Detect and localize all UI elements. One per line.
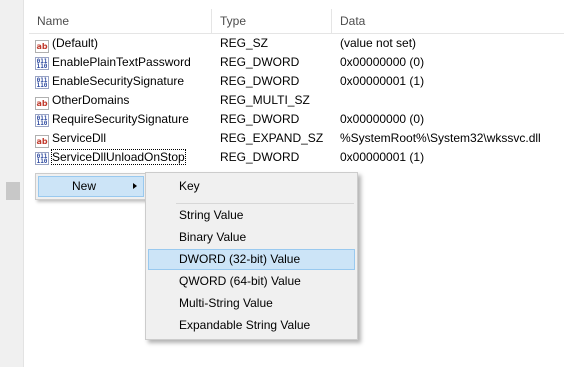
binary-value-icon: 011 110 (35, 152, 49, 165)
value-row[interactable]: 011 110 EnableSecuritySignature REG_DWORD … (29, 72, 564, 91)
menu-item-label: String Value (179, 208, 244, 222)
menu-item-new[interactable]: New (38, 176, 144, 197)
value-name-cell: ab (Default) (35, 34, 211, 53)
menu-item-key[interactable]: Key (148, 176, 355, 197)
value-name-cell: 011 110 RequireSecuritySignature (35, 110, 211, 129)
new-submenu: Key String Value Binary Value DWORD (32-… (145, 172, 358, 340)
value-row[interactable]: ab OtherDomains REG_MULTI_SZ (29, 91, 564, 110)
column-header-data[interactable]: Data (332, 9, 564, 33)
value-name-cell: ab OtherDomains (35, 91, 211, 110)
value-name: ServiceDll (52, 131, 107, 145)
menu-item-multi-string-value[interactable]: Multi-String Value (148, 293, 355, 314)
menu-item-string-value[interactable]: String Value (148, 205, 355, 226)
value-name: OtherDomains (52, 93, 130, 107)
binary-value-icon: 011 110 (35, 114, 49, 127)
value-type: REG_MULTI_SZ (220, 93, 310, 107)
value-row[interactable]: 011 110 EnablePlainTextPassword REG_DWORD … (29, 53, 564, 72)
binary-value-icon: 011 110 (35, 57, 49, 70)
menu-item-dword-value[interactable]: DWORD (32-bit) Value (148, 249, 355, 270)
value-name-cell: 011 110 ServiceDllUnloadOnStop (35, 148, 211, 167)
string-value-icon: ab (35, 40, 49, 53)
column-header-name[interactable]: Name (29, 9, 212, 33)
value-type: REG_DWORD (220, 112, 300, 126)
value-data: %SystemRoot%\System32\wkssvc.dll (340, 131, 541, 145)
value-name: EnablePlainTextPassword (52, 55, 191, 69)
value-data: 0x00000000 (0) (340, 112, 425, 126)
value-type: REG_SZ (220, 36, 269, 50)
value-data: (value not set) (340, 36, 417, 50)
menu-item-label: Binary Value (179, 230, 247, 244)
scrollbar-thumb[interactable] (6, 182, 20, 200)
value-data: 0x00000000 (0) (340, 55, 425, 69)
value-row-focused[interactable]: 011 110 ServiceDllUnloadOnStop REG_DWORD 0… (29, 148, 564, 167)
menu-item-binary-value[interactable]: Binary Value (148, 227, 355, 248)
value-name: (Default) (52, 36, 99, 50)
menu-item-new-label: New (72, 179, 97, 193)
value-name-cell: 011 110 EnablePlainTextPassword (35, 53, 211, 72)
menu-item-label: QWORD (64-bit) Value (179, 274, 301, 288)
values-list: ab (Default) REG_SZ (value not set) 011 11… (29, 34, 564, 167)
value-data: 0x00000001 (1) (340, 74, 425, 88)
value-type: REG_DWORD (220, 74, 300, 88)
value-name: EnableSecuritySignature (52, 74, 185, 88)
binary-value-icon: 011 110 (35, 76, 49, 89)
value-data: 0x00000001 (1) (340, 150, 425, 164)
value-row[interactable]: 011 110 RequireSecuritySignature REG_DWORD… (29, 110, 564, 129)
registry-editor-values-pane: Name Type Data ab (Default) REG_SZ (value… (0, 0, 564, 367)
context-menu: New (35, 173, 147, 200)
menu-item-label: Multi-String Value (179, 296, 273, 310)
value-name: RequireSecuritySignature (52, 112, 189, 126)
menu-item-label: Key (179, 179, 200, 193)
menu-item-label: Expandable String Value (179, 318, 311, 332)
value-row[interactable]: ab ServiceDll REG_EXPAND_SZ %SystemRoot%\… (29, 129, 564, 148)
value-type: REG_DWORD (220, 55, 300, 69)
menu-item-expandable-string-value[interactable]: Expandable String Value (148, 315, 355, 336)
menu-item-label: DWORD (32-bit) Value (179, 252, 301, 266)
value-data (340, 91, 564, 110)
value-row[interactable]: ab (Default) REG_SZ (value not set) (29, 34, 564, 53)
vertical-scrollbar[interactable] (0, 0, 24, 367)
column-header: Name Type Data (29, 9, 564, 34)
value-name-cell: 011 110 EnableSecuritySignature (35, 72, 211, 91)
submenu-arrow-icon (133, 183, 137, 189)
column-header-type[interactable]: Type (212, 9, 332, 33)
string-value-icon: ab (35, 97, 49, 110)
menu-item-qword-value[interactable]: QWORD (64-bit) Value (148, 271, 355, 292)
string-value-icon: ab (35, 135, 49, 148)
value-name: ServiceDllUnloadOnStop (51, 149, 186, 165)
value-type: REG_DWORD (220, 150, 300, 164)
value-name-cell: ab ServiceDll (35, 129, 211, 148)
value-type: REG_EXPAND_SZ (220, 131, 324, 145)
menu-separator (176, 203, 354, 204)
